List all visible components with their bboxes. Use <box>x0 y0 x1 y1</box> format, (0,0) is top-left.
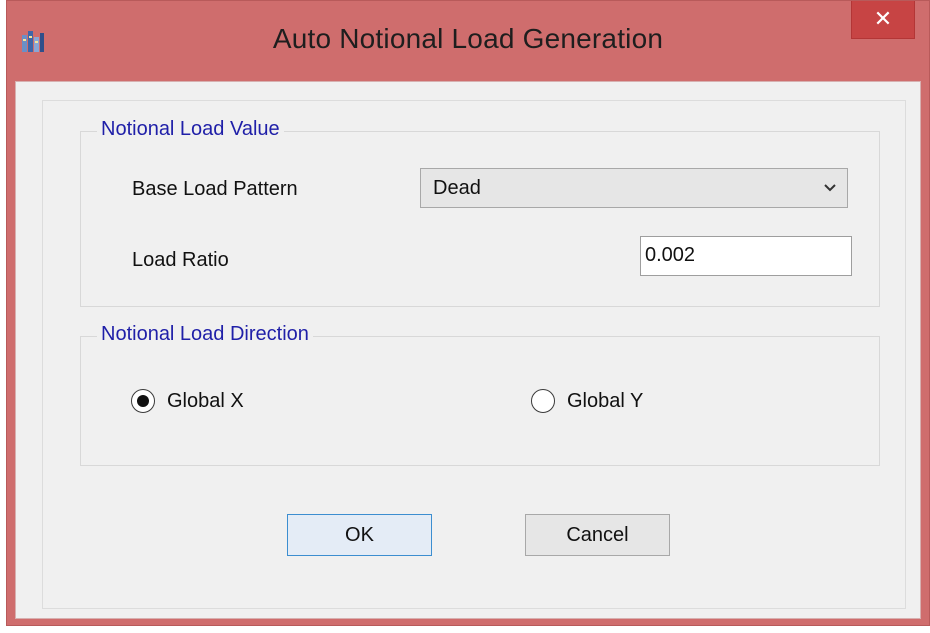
close-icon: ✕ <box>873 6 893 31</box>
chevron-down-icon <box>824 184 836 192</box>
dialog-content-panel: Notional Load Value Base Load Pattern De… <box>42 100 906 609</box>
dialog-client-area: Notional Load Value Base Load Pattern De… <box>15 81 921 619</box>
global-x-label: Global X <box>167 389 244 412</box>
dialog-title: Auto Notional Load Generation <box>272 23 664 54</box>
group-legend-direction: Notional Load Direction <box>97 323 313 346</box>
base-load-pattern-label: Base Load Pattern <box>132 178 298 200</box>
radio-button-unchecked[interactable] <box>531 389 555 413</box>
global-y-label: Global Y <box>567 389 644 412</box>
global-x-radio[interactable]: Global X <box>131 389 244 413</box>
notional-load-value-group: Notional Load Value Base Load Pattern De… <box>80 118 880 307</box>
global-y-radio[interactable]: Global Y <box>531 389 643 413</box>
base-load-pattern-dropdown[interactable]: Dead <box>420 168 848 208</box>
close-button[interactable]: ✕ <box>851 1 915 39</box>
base-load-pattern-value: Dead <box>433 177 481 199</box>
ok-button[interactable]: OK <box>287 514 432 556</box>
load-ratio-input[interactable]: 0.002 <box>640 236 852 276</box>
radio-button-checked[interactable] <box>131 389 155 413</box>
cancel-button[interactable]: Cancel <box>525 514 670 556</box>
dialog-window: Auto Notional Load Generation ✕ Notional… <box>6 0 930 626</box>
group-legend-value: Notional Load Value <box>97 118 284 141</box>
title-bar[interactable]: Auto Notional Load Generation ✕ <box>7 1 929 81</box>
load-ratio-label: Load Ratio <box>132 249 229 271</box>
notional-load-direction-group: Notional Load Direction Global X Global … <box>80 323 880 466</box>
